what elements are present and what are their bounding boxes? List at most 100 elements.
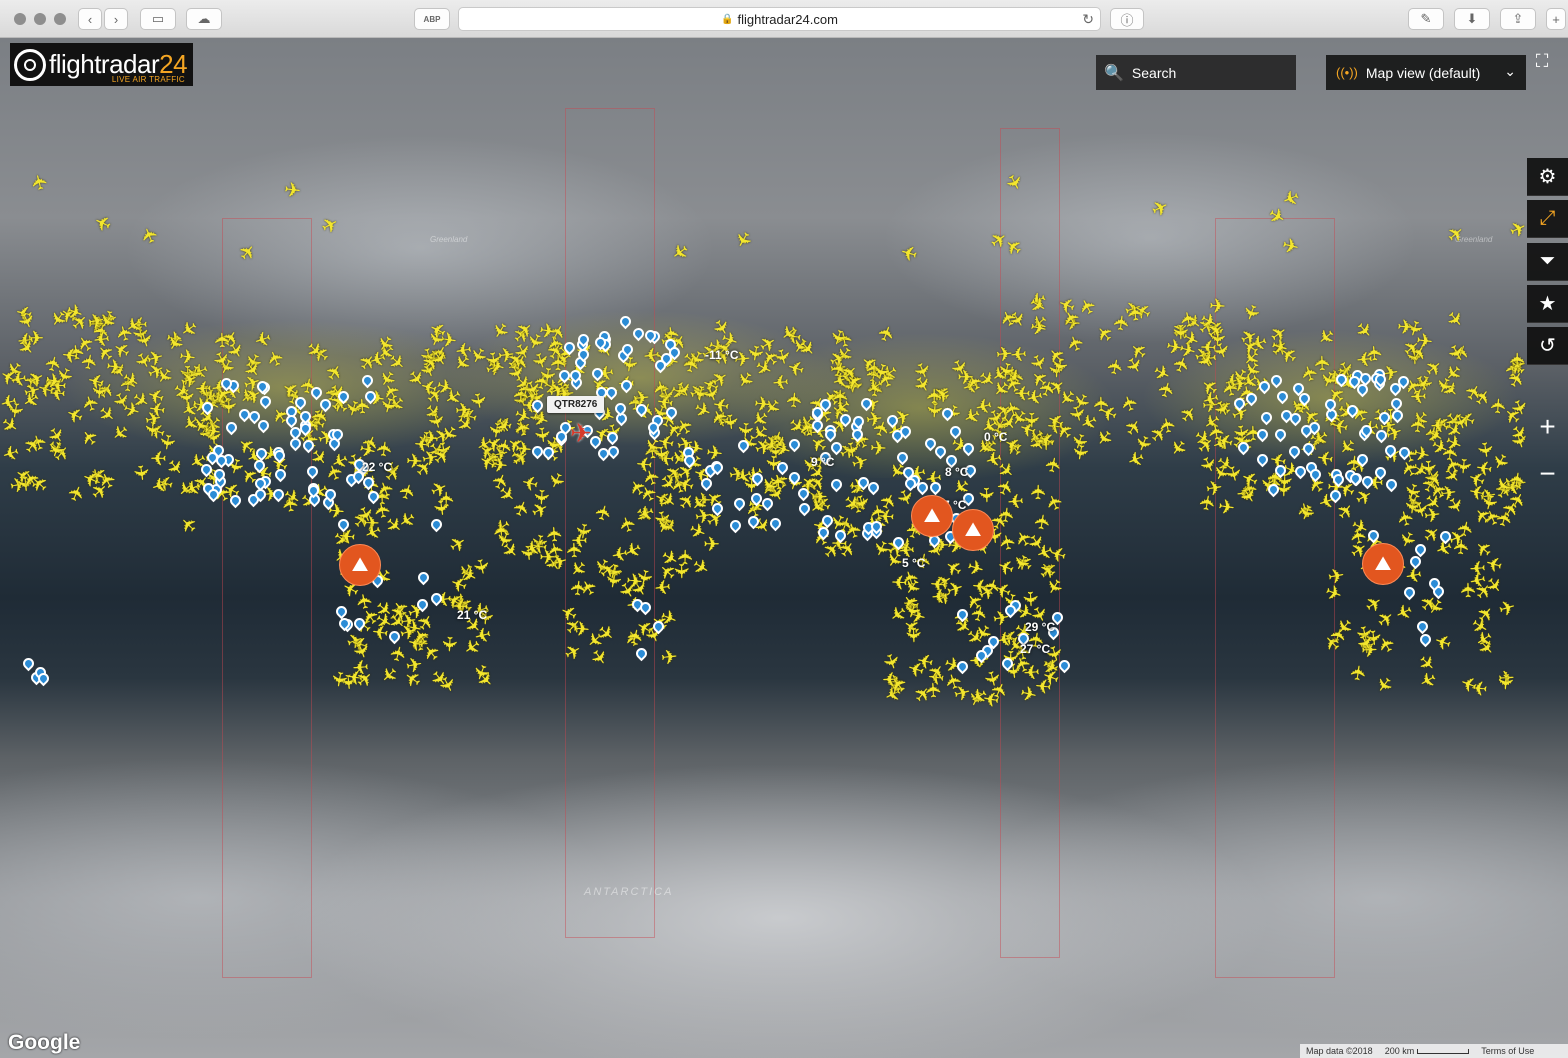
volcano-icon[interactable]: ⛰	[952, 509, 994, 551]
aircraft-icon[interactable]: ✈	[1355, 346, 1374, 369]
airport-pin-icon[interactable]	[416, 569, 432, 586]
aircraft-icon[interactable]: ✈	[1432, 628, 1455, 654]
volcano-icon[interactable]: ⛰	[911, 495, 953, 537]
airport-pin-icon[interactable]	[1415, 619, 1431, 635]
volcano-icon[interactable]: ⛰	[1362, 543, 1404, 585]
forward-button[interactable]: ›	[104, 8, 128, 30]
aircraft-icon[interactable]: ✈	[728, 227, 755, 253]
aircraft-icon[interactable]: ✈	[154, 432, 178, 452]
fullscreen-button[interactable]: ⛶	[1528, 47, 1556, 75]
widgets-toggle-button[interactable]: ⤢	[1527, 200, 1568, 238]
playback-button[interactable]: ↺	[1527, 327, 1568, 365]
zoom-in-button[interactable]: +	[1527, 408, 1568, 446]
favorites-button[interactable]: ★	[1527, 285, 1568, 323]
aircraft-icon[interactable]: ✈	[891, 570, 909, 593]
aircraft-icon[interactable]: ✈	[1067, 442, 1092, 462]
airport-pin-icon[interactable]	[429, 516, 445, 532]
aircraft-icon[interactable]: ✈	[1458, 582, 1480, 599]
aircraft-icon[interactable]: ✈	[360, 518, 384, 545]
back-button[interactable]: ‹	[78, 8, 102, 30]
markup-button[interactable]: ✎	[1408, 8, 1444, 30]
zoom-window-button[interactable]	[54, 13, 66, 25]
address-bar[interactable]: 🔒 flightradar24.com ↻	[458, 7, 1101, 31]
aircraft-icon[interactable]: ✈	[1407, 415, 1431, 434]
aircraft-icon[interactable]: ✈	[1042, 454, 1067, 475]
share-button[interactable]: ⇪	[1500, 8, 1536, 30]
aircraft-icon[interactable]: ✈	[1474, 455, 1494, 479]
zoom-out-button[interactable]: −	[1527, 455, 1568, 493]
aircraft-icon[interactable]: ✈	[1124, 304, 1148, 323]
icloud-tabs-button[interactable]: ☁	[186, 8, 222, 30]
reader-info-button[interactable]: ⓘ	[1110, 8, 1144, 30]
aircraft-icon[interactable]: ✈	[648, 445, 672, 464]
aircraft-icon[interactable]: ✈	[572, 619, 591, 642]
aircraft-icon[interactable]: ✈	[351, 655, 369, 678]
aircraft-icon[interactable]: ✈	[783, 390, 806, 408]
aircraft-icon[interactable]: ✈	[1148, 195, 1173, 222]
aircraft-icon[interactable]: ✈	[571, 528, 588, 550]
aircraft-icon[interactable]: ✈	[1031, 512, 1055, 532]
airport-pin-icon[interactable]	[20, 655, 37, 672]
airport-pin-icon[interactable]	[1417, 631, 1434, 648]
aircraft-icon[interactable]: ✈	[899, 239, 921, 265]
aircraft-icon[interactable]: ✈	[446, 532, 472, 560]
airport-pin-icon[interactable]	[333, 603, 350, 620]
aircraft-icon[interactable]: ✈	[1347, 663, 1371, 683]
aircraft-icon[interactable]: ✈	[137, 224, 164, 248]
aircraft-icon[interactable]: ✈	[282, 179, 301, 203]
filter-button[interactable]: ⏷	[1527, 243, 1568, 281]
aircraft-icon[interactable]: ✈	[176, 510, 203, 537]
aircraft-icon[interactable]: ✈	[395, 480, 421, 503]
minimize-window-button[interactable]	[34, 13, 46, 25]
downloads-button[interactable]: ⬇	[1454, 8, 1490, 30]
aircraft-icon[interactable]: ✈	[625, 570, 644, 594]
aircraft-icon[interactable]: ✈	[28, 172, 53, 194]
fr24-logo[interactable]: flightradar24 LIVE AIR TRAFFIC	[10, 43, 193, 86]
aircraft-icon[interactable]: ✈	[905, 655, 928, 681]
aircraft-icon[interactable]: ✈	[91, 209, 115, 236]
aircraft-icon[interactable]: ✈	[1497, 596, 1519, 622]
aircraft-icon[interactable]: ✈	[1156, 414, 1181, 435]
aircraft-icon[interactable]: ✈	[667, 238, 693, 266]
aircraft-icon[interactable]: ✈	[930, 584, 949, 607]
aircraft-icon[interactable]: ✈	[1493, 673, 1516, 691]
search-box[interactable]: 🔍 Search	[1096, 55, 1296, 90]
close-window-button[interactable]	[14, 13, 26, 25]
map-view-dropdown[interactable]: ((•)) Map view (default) ⌄	[1326, 55, 1526, 90]
sidebar-button[interactable]: ▭	[140, 8, 176, 30]
settings-button[interactable]: ⚙	[1527, 158, 1568, 196]
aircraft-icon[interactable]: ✈	[539, 548, 556, 568]
aircraft-icon[interactable]: ✈	[453, 337, 473, 361]
aircraft-icon[interactable]: ✈	[653, 574, 672, 598]
selected-flight-label[interactable]: QTR8276	[547, 396, 605, 413]
aircraft-icon[interactable]: ✈	[279, 494, 303, 514]
aircraft-icon[interactable]: ✈	[703, 535, 720, 555]
airport-pin-icon[interactable]	[728, 517, 744, 534]
aircraft-icon[interactable]: ✈	[1006, 489, 1025, 512]
new-tab-button[interactable]: +	[1546, 8, 1566, 30]
terms-link[interactable]: Terms of Use	[1481, 1046, 1534, 1056]
airport-pin-icon[interactable]	[828, 476, 845, 492]
aircraft-icon[interactable]: ✈	[1429, 413, 1447, 436]
aircraft-icon[interactable]: ✈	[404, 653, 425, 678]
aircraft-icon[interactable]: ✈	[1507, 351, 1529, 368]
aircraft-icon[interactable]: ✈	[1278, 183, 1302, 210]
aircraft-icon[interactable]: ✈	[428, 498, 452, 518]
airport-pin-icon[interactable]	[1383, 477, 1399, 493]
aircraft-icon[interactable]: ✈	[901, 626, 924, 644]
aircraft-icon[interactable]: ✈	[1091, 395, 1114, 413]
adblock-button[interactable]: ABP	[414, 8, 450, 30]
aircraft-icon[interactable]: ✈	[91, 326, 110, 350]
reload-icon[interactable]: ↻	[1082, 11, 1094, 28]
volcano-icon[interactable]: ⛰	[339, 544, 381, 586]
aircraft-icon[interactable]: ✈	[318, 212, 343, 239]
aircraft-icon[interactable]: ✈	[1216, 496, 1236, 520]
aircraft-icon[interactable]: ✈	[1483, 550, 1505, 576]
aircraft-icon[interactable]: ✈	[974, 486, 997, 504]
aircraft-icon[interactable]: ✈	[1168, 324, 1190, 341]
aircraft-icon[interactable]: ✈	[60, 342, 79, 366]
world-map[interactable]: ✈ ✈ ✈ ✈ ✈ ✈ ✈ ✈ ✈ ✈ ✈ ✈ ✈ ✈ ✈ ✈ ✈ ✈ ✈ ✈ ✈ ✈ ✈ ✈ ✈ ✈ ✈ ✈ ✈ ✈ ✈ ✈ ✈ ✈ ✈ ✈ ✈ ✈ ✈ ✈…	[0, 38, 1568, 1058]
aircraft-icon[interactable]: ✈	[1196, 493, 1221, 513]
aircraft-icon[interactable]: ✈	[753, 393, 772, 417]
aircraft-icon[interactable]: ✈	[660, 647, 679, 671]
